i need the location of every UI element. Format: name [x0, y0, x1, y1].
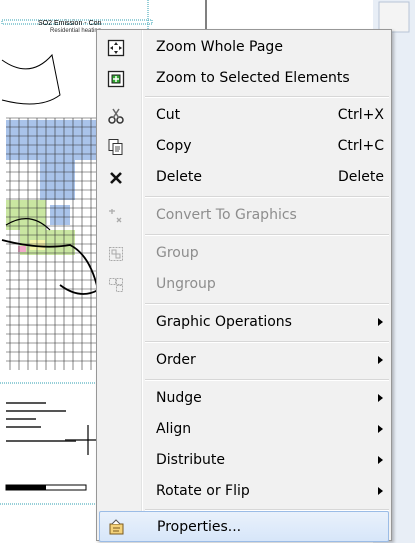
menu-item-graphic-operations[interactable]: Graphic Operations: [99, 307, 389, 338]
menu-label: Delete: [156, 169, 202, 185]
submenu-arrow-icon: [378, 487, 383, 495]
menu-label: Zoom to Selected Elements: [156, 70, 350, 86]
menu-separator: [145, 234, 389, 236]
submenu-arrow-icon: [378, 394, 383, 402]
menu-item-cut[interactable]: Cut Ctrl+X: [99, 100, 389, 131]
menu-item-group[interactable]: Group: [99, 238, 389, 269]
menu-item-nudge[interactable]: Nudge: [99, 383, 389, 414]
menu-separator: [145, 379, 389, 381]
menu-label: Nudge: [156, 390, 202, 406]
menu-item-zoom-selected[interactable]: Zoom to Selected Elements: [99, 63, 389, 94]
menu-separator: [145, 196, 389, 198]
properties-icon: [106, 517, 128, 539]
menu-label: Zoom Whole Page: [156, 39, 283, 55]
menu-label: Convert To Graphics: [156, 207, 297, 223]
delete-x-icon: [105, 167, 127, 189]
zoom-whole-page-icon: [105, 37, 127, 59]
menu-item-delete[interactable]: Delete Delete: [99, 162, 389, 193]
menu-separator: [145, 96, 389, 98]
menu-item-convert-to-graphics[interactable]: Convert To Graphics: [99, 200, 389, 231]
submenu-arrow-icon: [378, 356, 383, 364]
context-menu: Zoom Whole Page Zoom to Selected Element…: [96, 29, 392, 542]
menu-label: Rotate or Flip: [156, 483, 250, 499]
menu-label: Cut: [156, 107, 181, 123]
menu-separator: [145, 303, 389, 305]
menu-label: Order: [156, 352, 196, 368]
menu-item-rotate-or-flip[interactable]: Rotate or Flip: [99, 476, 389, 507]
menu-label: Distribute: [156, 452, 225, 468]
submenu-arrow-icon: [378, 456, 383, 464]
map-title: SO2 Emission - Con: [38, 20, 102, 27]
map-subtitle: Residential heating: [50, 28, 102, 34]
menu-shortcut: Ctrl+C: [337, 138, 384, 154]
menu-label: Graphic Operations: [156, 314, 292, 330]
menu-label: Align: [156, 421, 192, 437]
menu-item-zoom-whole-page[interactable]: Zoom Whole Page: [99, 32, 389, 63]
menu-shortcut: Ctrl+X: [337, 107, 384, 123]
menu-label: Ungroup: [156, 276, 216, 292]
submenu-arrow-icon: [378, 425, 383, 433]
convert-graphics-icon: [105, 205, 127, 227]
menu-item-align[interactable]: Align: [99, 414, 389, 445]
menu-item-copy[interactable]: Copy Ctrl+C: [99, 131, 389, 162]
menu-item-ungroup[interactable]: Ungroup: [99, 269, 389, 300]
zoom-selected-icon: [105, 68, 127, 90]
menu-label: Group: [156, 245, 199, 261]
menu-separator: [145, 341, 389, 343]
menu-item-distribute[interactable]: Distribute: [99, 445, 389, 476]
submenu-arrow-icon: [378, 318, 383, 326]
menu-label: Properties...: [157, 519, 242, 535]
menu-label: Copy: [156, 138, 192, 154]
menu-shortcut: Delete: [338, 169, 384, 185]
group-icon: [105, 243, 127, 265]
scissors-icon: [105, 105, 127, 127]
ungroup-icon: [105, 274, 127, 296]
copy-icon: [105, 136, 127, 158]
menu-item-properties[interactable]: Properties...: [99, 511, 389, 542]
menu-item-order[interactable]: Order: [99, 345, 389, 376]
